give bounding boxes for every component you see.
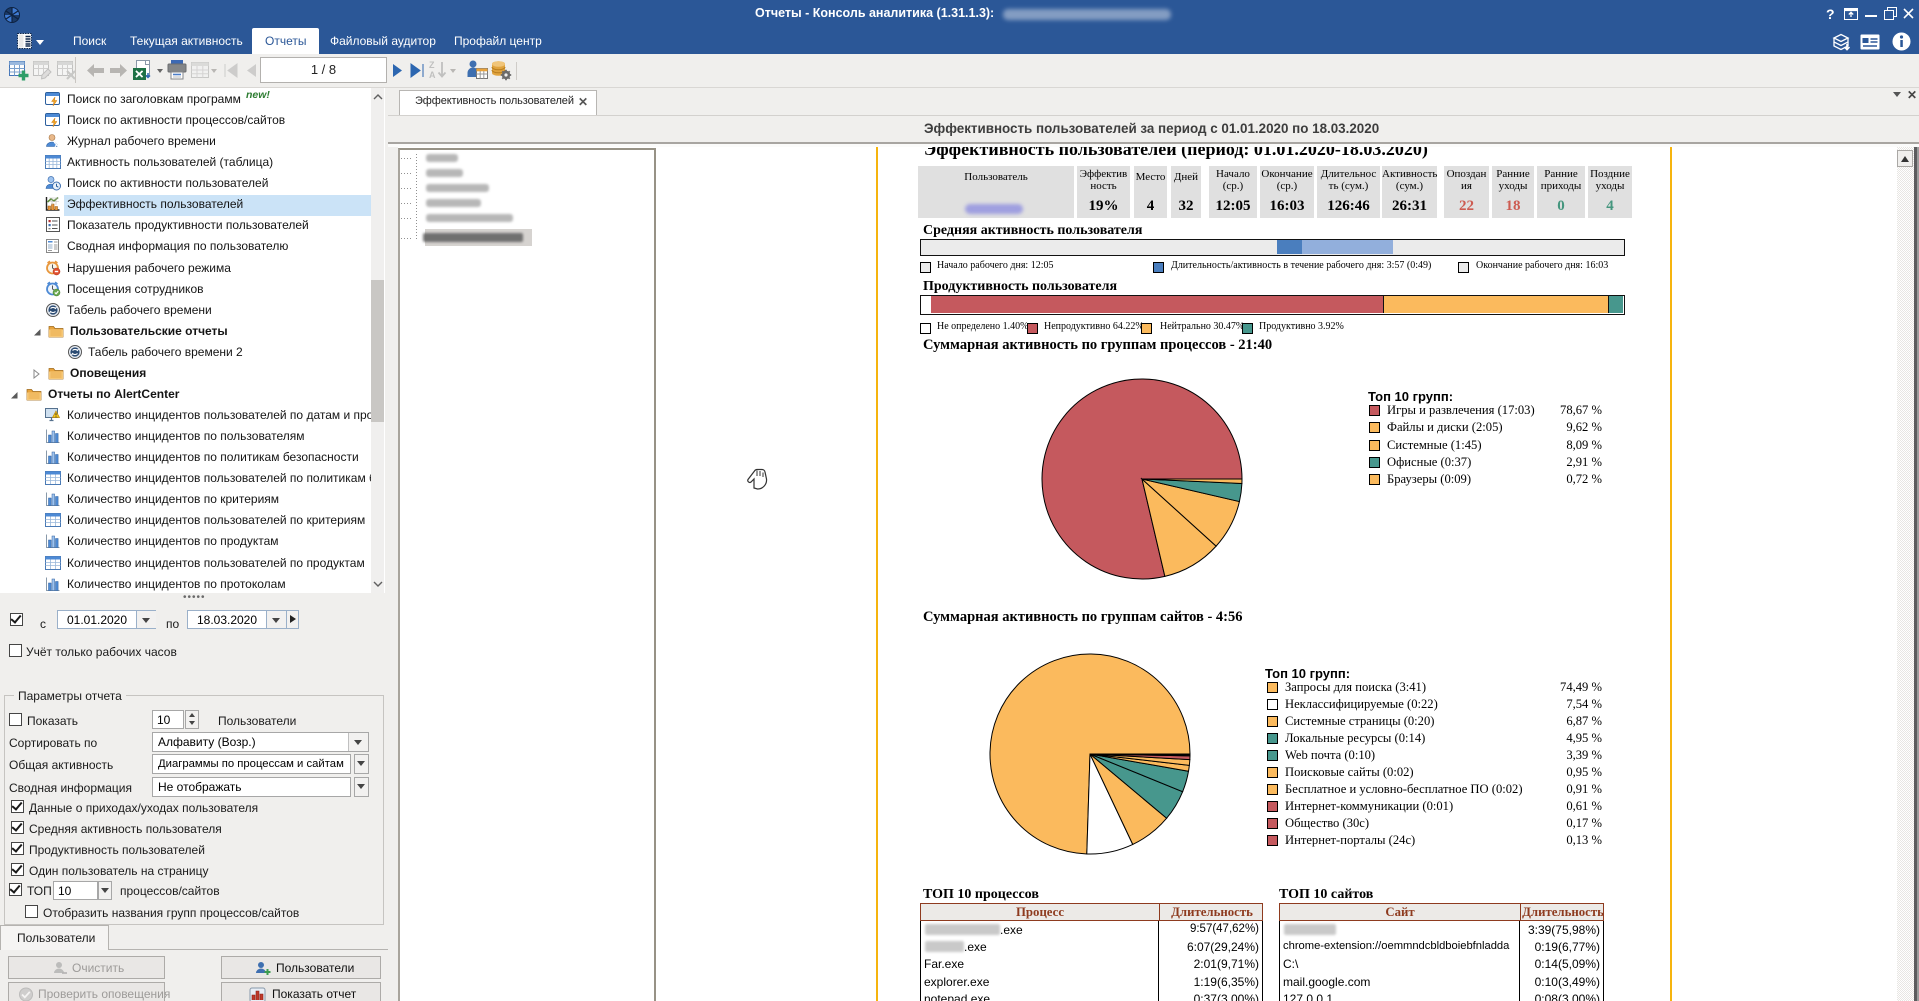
svg-text:A: A <box>429 70 436 80</box>
svg-text:Z: Z <box>429 60 435 70</box>
